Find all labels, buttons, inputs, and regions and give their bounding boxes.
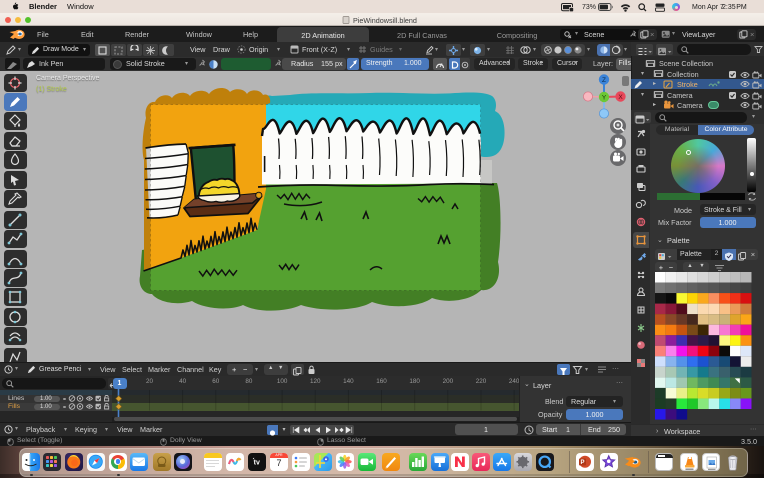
svg-text:Z: Z — [602, 77, 606, 84]
svg-text:X: X — [618, 94, 623, 101]
svg-text:P: P — [581, 460, 585, 466]
svg-text:Y: Y — [602, 95, 607, 102]
svg-text:tv: tv — [254, 460, 260, 467]
